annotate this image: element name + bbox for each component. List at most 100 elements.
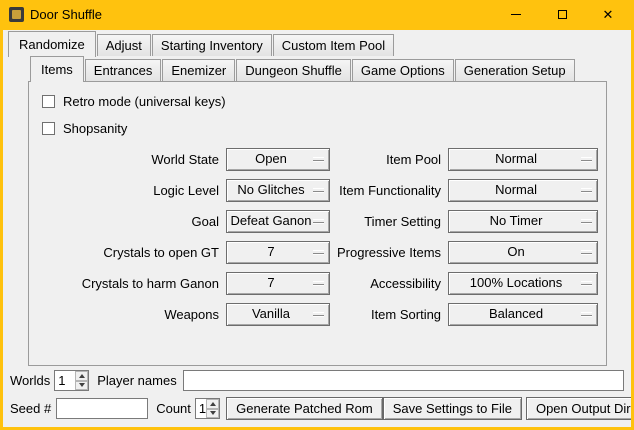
player-names-input[interactable]: [183, 370, 624, 391]
world-state-dropdown[interactable]: Open: [226, 148, 330, 171]
count-spinner-arrows: [206, 399, 219, 418]
dropdown-indicator-icon: [581, 219, 592, 223]
maximize-button[interactable]: [539, 0, 585, 30]
item-functionality-value: Normal: [495, 182, 537, 197]
close-icon: ✕: [603, 8, 614, 21]
dropdown-indicator-icon: [313, 188, 324, 192]
weapons-dropdown[interactable]: Vanilla: [226, 303, 330, 326]
progressive-items-value: On: [507, 244, 524, 259]
count-up-button[interactable]: [206, 399, 219, 409]
accessibility-dropdown[interactable]: 100% Locations: [448, 272, 598, 295]
accessibility-value: 100% Locations: [470, 275, 563, 290]
item-sorting-value: Balanced: [489, 306, 543, 321]
worlds-spinner[interactable]: 1: [54, 370, 89, 391]
dropdown-indicator-icon: [313, 312, 324, 316]
item-pool-value: Normal: [495, 151, 537, 166]
timer-setting-label: Timer Setting: [364, 214, 441, 229]
retro-mode-checkbox[interactable]: [42, 95, 55, 108]
worlds-label: Worlds: [10, 373, 50, 388]
timer-setting-value: No Timer: [490, 213, 543, 228]
generate-patched-rom-button[interactable]: Generate Patched Rom: [226, 397, 383, 420]
seed-input[interactable]: [56, 398, 148, 419]
minimize-icon: [511, 14, 521, 15]
dropdown-indicator-icon: [581, 250, 592, 254]
progressive-items-label: Progressive Items: [337, 245, 441, 260]
minimize-button[interactable]: [493, 0, 539, 30]
player-names-label: Player names: [97, 373, 176, 388]
close-button[interactable]: ✕: [585, 0, 631, 30]
crystals-gt-label: Crystals to open GT: [103, 245, 219, 260]
window-title: Door Shuffle: [30, 7, 102, 22]
items-pane: Retro mode (universal keys) Shopsanity W…: [28, 81, 607, 366]
dropdown-indicator-icon: [581, 281, 592, 285]
weapons-label: Weapons: [164, 307, 219, 322]
main-tab-bar: Randomize Adjust Starting Inventory Cust…: [3, 33, 631, 56]
goal-dropdown[interactable]: Defeat Ganon: [226, 210, 330, 233]
worlds-value: 1: [55, 371, 75, 390]
logic-level-label: Logic Level: [153, 183, 219, 198]
app-window: Door Shuffle ✕ Randomize Adjust Starting…: [0, 0, 634, 430]
client-area: Randomize Adjust Starting Inventory Cust…: [3, 30, 631, 427]
open-output-directory-button[interactable]: Open Output Directory: [526, 397, 631, 420]
count-spinner[interactable]: 1: [195, 398, 220, 419]
tab-generation-setup[interactable]: Generation Setup: [455, 59, 575, 81]
logic-level-dropdown[interactable]: No Glitches: [226, 179, 330, 202]
dropdown-indicator-icon: [581, 157, 592, 161]
crystals-ganon-label: Crystals to harm Ganon: [82, 276, 219, 291]
timer-setting-dropdown[interactable]: No Timer: [448, 210, 598, 233]
titlebar: Door Shuffle ✕: [3, 0, 631, 30]
save-settings-button[interactable]: Save Settings to File: [383, 397, 522, 420]
shopsanity-checkbox[interactable]: [42, 122, 55, 135]
weapons-value: Vanilla: [252, 306, 290, 321]
world-state-label: World State: [151, 152, 219, 167]
bottom-controls: Worlds 1 Player names Seed # Count 1: [3, 366, 631, 427]
dropdown-indicator-icon: [313, 157, 324, 161]
maximize-icon: [558, 10, 567, 19]
tab-dungeon-shuffle[interactable]: Dungeon Shuffle: [236, 59, 351, 81]
item-pool-label: Item Pool: [386, 152, 441, 167]
tab-starting-inventory[interactable]: Starting Inventory: [152, 34, 272, 56]
worlds-spinner-arrows: [75, 371, 88, 390]
goal-value: Defeat Ganon: [231, 213, 312, 228]
seed-label: Seed #: [10, 401, 51, 416]
up-arrow-icon: [210, 402, 216, 406]
count-label: Count: [156, 401, 191, 416]
retro-mode-label: Retro mode (universal keys): [63, 94, 226, 109]
worlds-up-button[interactable]: [75, 371, 88, 381]
worlds-down-button[interactable]: [75, 381, 88, 391]
dropdown-grid: World State Open Item Pool Normal Logic …: [39, 148, 596, 326]
dropdown-indicator-icon: [313, 281, 324, 285]
crystals-gt-value: 7: [267, 244, 274, 259]
world-state-value: Open: [255, 151, 287, 166]
shopsanity-row: Shopsanity: [42, 121, 596, 136]
seed-row: Seed # Count 1 Generate Patched Rom Save…: [10, 397, 624, 420]
progressive-items-dropdown[interactable]: On: [448, 241, 598, 264]
count-value: 1: [196, 399, 206, 418]
dropdown-indicator-icon: [313, 250, 324, 254]
tab-randomize[interactable]: Randomize: [8, 31, 96, 57]
tab-items[interactable]: Items: [30, 56, 84, 82]
dropdown-indicator-icon: [581, 312, 592, 316]
tab-game-options[interactable]: Game Options: [352, 59, 454, 81]
tab-enemizer[interactable]: Enemizer: [162, 59, 235, 81]
item-functionality-label: Item Functionality: [339, 183, 441, 198]
count-down-button[interactable]: [206, 409, 219, 419]
down-arrow-icon: [79, 383, 85, 387]
logic-level-value: No Glitches: [237, 182, 304, 197]
item-sorting-dropdown[interactable]: Balanced: [448, 303, 598, 326]
worlds-row: Worlds 1 Player names: [10, 370, 624, 391]
tab-entrances[interactable]: Entrances: [85, 59, 162, 81]
dropdown-indicator-icon: [313, 219, 324, 223]
tab-adjust[interactable]: Adjust: [97, 34, 151, 56]
accessibility-label: Accessibility: [370, 276, 441, 291]
down-arrow-icon: [210, 411, 216, 415]
crystals-ganon-dropdown[interactable]: 7: [226, 272, 330, 295]
crystals-gt-dropdown[interactable]: 7: [226, 241, 330, 264]
tab-custom-item-pool[interactable]: Custom Item Pool: [273, 34, 394, 56]
shopsanity-label: Shopsanity: [63, 121, 127, 136]
up-arrow-icon: [79, 374, 85, 378]
app-icon: [9, 7, 24, 22]
item-functionality-dropdown[interactable]: Normal: [448, 179, 598, 202]
retro-mode-row: Retro mode (universal keys): [42, 94, 596, 109]
item-pool-dropdown[interactable]: Normal: [448, 148, 598, 171]
